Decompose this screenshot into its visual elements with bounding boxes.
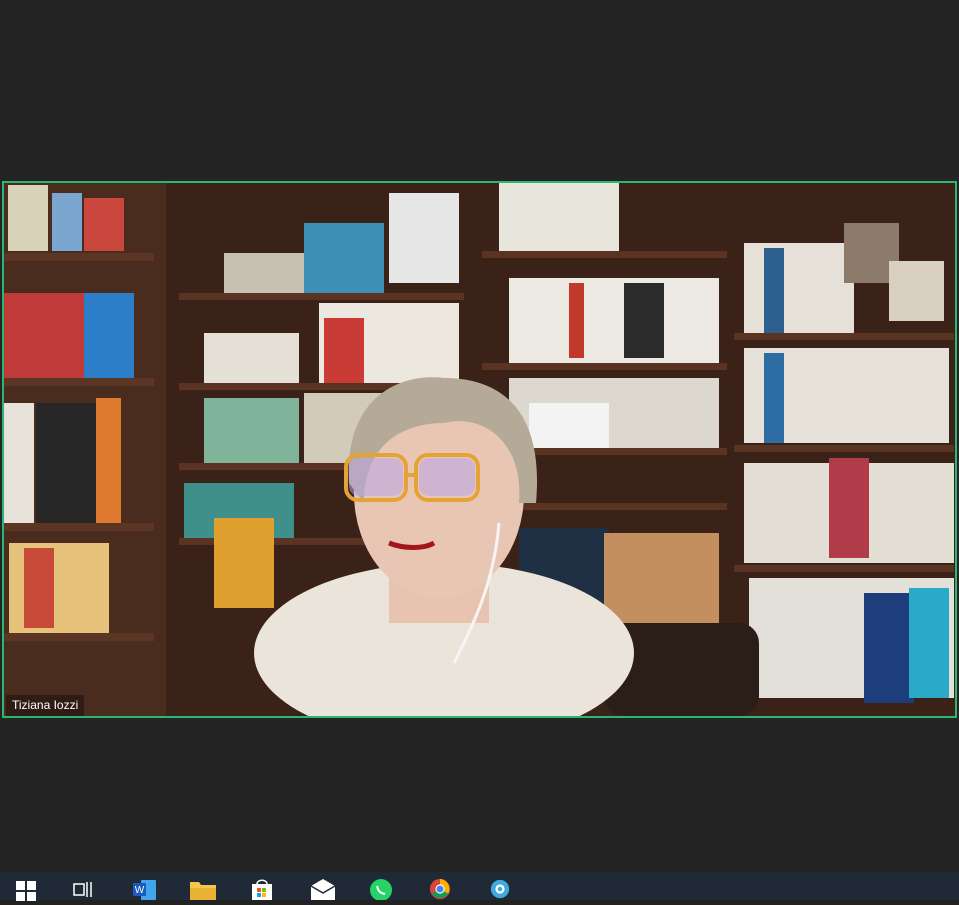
task-view-icon[interactable] [72, 878, 94, 900]
video-frame [4, 183, 955, 716]
word-icon[interactable]: W [133, 878, 156, 900]
svg-text:W: W [135, 885, 145, 896]
file-explorer-icon[interactable] [190, 878, 216, 900]
participant-name-label: Tiziana Iozzi [6, 695, 85, 716]
store-icon[interactable] [250, 878, 272, 900]
participant-video-tile[interactable]: Tiziana Iozzi [2, 181, 957, 718]
windows-taskbar: W [0, 872, 959, 901]
app-icon[interactable] [488, 878, 510, 900]
chrome-icon[interactable] [428, 878, 451, 900]
whatsapp-icon[interactable] [369, 878, 392, 901]
mail-icon[interactable] [310, 878, 336, 900]
video-area: Tiziana Iozzi [0, 0, 959, 872]
windows-start-icon[interactable] [16, 878, 38, 901]
